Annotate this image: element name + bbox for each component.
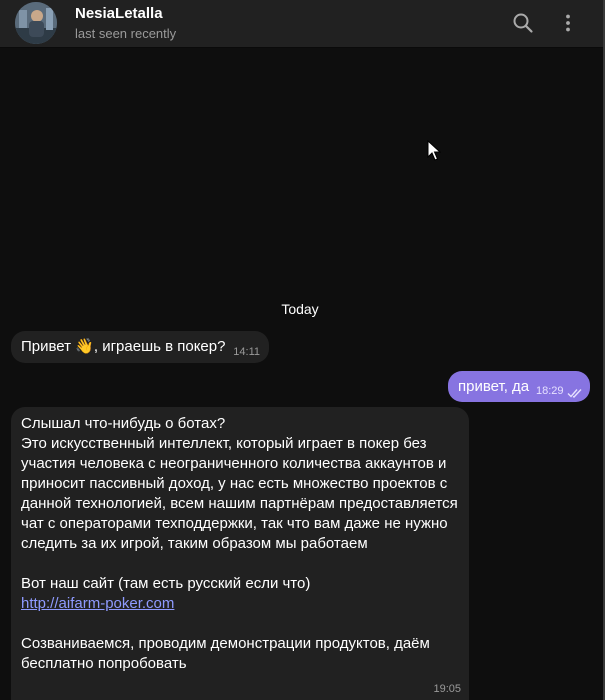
message-time: 18:29 [536, 385, 564, 397]
more-vertical-icon[interactable] [556, 11, 580, 35]
message-text: Привет 👋, играешь в покер? [21, 337, 225, 357]
message-time: 14:11 [233, 346, 260, 358]
message-text: привет, да [458, 378, 530, 395]
message-outgoing[interactable]: привет, да 18:29 [448, 371, 590, 402]
avatar[interactable] [15, 2, 57, 44]
search-icon[interactable] [511, 11, 535, 35]
message-body: Слышал что-нибудь о ботах? Это искусстве… [21, 414, 461, 674]
message-paragraph: Это искусственный интеллект, который игр… [21, 435, 458, 552]
chat-status: last seen recently [75, 26, 177, 41]
chat-title[interactable]: NesiaLetalla [75, 5, 163, 22]
date-separator: Today [281, 301, 319, 317]
mouse-cursor-icon [427, 139, 442, 162]
double-check-icon [567, 386, 583, 398]
chat-header: NesiaLetalla last seen recently [0, 0, 603, 48]
message-paragraph: Слышал что-нибудь о ботах? [21, 415, 226, 432]
message-text-part: Привет [21, 338, 76, 355]
message-paragraph: Вот наш сайт (там есть русский если что) [21, 575, 311, 592]
message-time: 19:05 [433, 683, 461, 695]
message-link[interactable]: http://aifarm-poker.com [21, 594, 461, 614]
message-text-part: , играешь в покер? [93, 338, 226, 355]
waving-hand-icon: 👋 [75, 338, 94, 355]
message-incoming[interactable]: Привет 👋, играешь в покер? 14:11 [11, 331, 269, 363]
message-paragraph: Созваниваемся, проводим демонстрации про… [21, 635, 430, 672]
message-incoming[interactable]: Слышал что-нибудь о ботах? Это искусстве… [11, 407, 469, 700]
